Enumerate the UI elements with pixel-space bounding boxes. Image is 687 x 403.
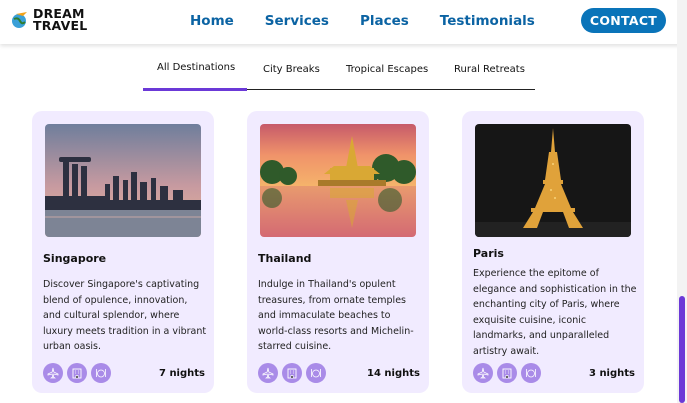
nav-services[interactable]: Services	[265, 13, 329, 29]
card-title: Thailand	[258, 252, 312, 265]
card-title: Paris	[473, 247, 504, 260]
nights-count: 7 nights	[159, 368, 205, 379]
card-description: Discover Singapore's captivating blend o…	[43, 279, 207, 352]
tab-rural-retreats[interactable]: Rural Retreats	[454, 64, 525, 75]
nights-count: 3 nights	[589, 368, 635, 379]
active-tab-indicator	[143, 88, 247, 91]
destination-tabs: All Destinations City Breaks Tropical Es…	[143, 50, 535, 91]
nav-places[interactable]: Places	[360, 13, 409, 29]
globe-plane-icon	[10, 10, 30, 30]
hotel-icon	[497, 363, 517, 383]
meal-icon	[306, 363, 326, 383]
nav-home[interactable]: Home	[190, 13, 234, 29]
meal-icon	[91, 363, 111, 383]
card-description: Experience the epitome of elegance and s…	[473, 268, 637, 357]
plane-icon	[258, 363, 278, 383]
scrollbar-thumb[interactable]	[679, 296, 685, 403]
destination-card-singapore[interactable]: Singapore Discover Singapore's captivati…	[32, 111, 214, 393]
nights-count: 14 nights	[367, 368, 420, 379]
contact-button[interactable]: CONTACT	[581, 8, 666, 33]
thailand-image	[260, 124, 416, 237]
tab-tropical-escapes[interactable]: Tropical Escapes	[346, 64, 428, 75]
destination-card-paris[interactable]: Paris Experience the epitome of elegance…	[462, 111, 644, 393]
card-description: Indulge in Thailand's opulent treasures,…	[258, 279, 414, 352]
tab-city-breaks[interactable]: City Breaks	[263, 64, 320, 75]
amenity-icons	[258, 363, 326, 383]
hotel-icon	[282, 363, 302, 383]
amenity-icons	[473, 363, 541, 383]
nav-testimonials[interactable]: Testimonials	[440, 13, 535, 29]
destination-card-thailand[interactable]: Thailand Indulge in Thailand's opulent t…	[247, 111, 429, 393]
main-nav: Home Services Places Testimonials	[190, 13, 535, 29]
plane-icon	[43, 363, 63, 383]
scrollbar[interactable]	[677, 0, 687, 403]
amenity-icons	[43, 363, 111, 383]
paris-image	[475, 124, 631, 237]
hotel-icon	[67, 363, 87, 383]
plane-icon	[473, 363, 493, 383]
singapore-image	[45, 124, 201, 237]
brand-logo[interactable]: DREAM TRAVEL	[10, 7, 88, 33]
brand-line-2: TRAVEL	[33, 18, 88, 33]
card-title: Singapore	[43, 252, 107, 265]
site-header: DREAM TRAVEL Home Services Places Testim…	[0, 0, 687, 44]
brand-name: DREAM TRAVEL	[33, 7, 88, 33]
tab-all-destinations[interactable]: All Destinations	[157, 62, 235, 73]
meal-icon	[521, 363, 541, 383]
